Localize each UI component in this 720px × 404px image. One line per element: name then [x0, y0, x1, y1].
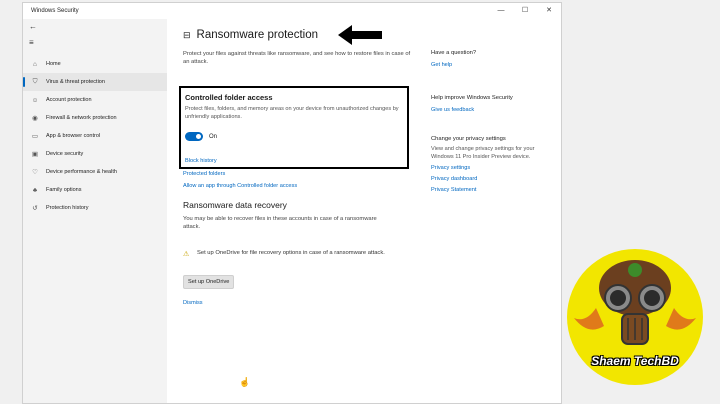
sidebar-item-device-security[interactable]: ▣ Device security — [23, 145, 167, 163]
device-icon: ▣ — [31, 151, 39, 158]
sidebar-item-home[interactable]: ⌂ Home — [23, 55, 167, 73]
sidebar-item-firewall[interactable]: ◉ Firewall & network protection — [23, 109, 167, 127]
close-button[interactable]: ✕ — [537, 3, 561, 19]
sidebar-item-label: Device security — [46, 151, 84, 157]
sidebar-item-performance[interactable]: ♡ Device performance & health — [23, 163, 167, 181]
wifi-icon: ◉ — [32, 115, 38, 122]
sidebar-item-label: Family options — [46, 187, 82, 193]
ransomware-icon: ⊟ — [183, 29, 191, 40]
history-icon: ↺ — [32, 205, 38, 212]
heart-icon: ♡ — [32, 169, 38, 176]
recovery-description: You may be able to recover files in thes… — [183, 216, 377, 230]
sidebar-item-virus-threat[interactable]: ⛉ Virus & threat protection — [23, 73, 167, 91]
sidebar-item-label: Firewall & network protection — [46, 115, 117, 121]
setup-onedrive-button[interactable]: Set up OneDrive — [183, 275, 235, 289]
feedback-link[interactable]: Give us feedback — [431, 105, 551, 116]
main-content: ⊟ Ransomware protection Protect your fil… — [167, 19, 561, 403]
recovery-title: Ransomware data recovery — [183, 200, 287, 210]
warning-icon: ⚠ — [183, 251, 190, 258]
home-icon: ⌂ — [33, 60, 37, 68]
person-icon: ☺ — [31, 96, 39, 104]
sidebar-item-family[interactable]: ♣ Family options — [23, 181, 167, 199]
sidebar-item-label: Protection history — [46, 205, 89, 211]
toggle-label: On — [209, 133, 218, 140]
help-heading: Have a question? — [431, 50, 477, 56]
block-history-link[interactable]: Block history — [185, 158, 217, 164]
sidebar-item-label: Account protection — [46, 97, 92, 103]
privacy-dashboard-link[interactable]: Privacy dashboard — [431, 174, 551, 185]
page-header: ⊟ Ransomware protection — [183, 29, 318, 41]
cfa-toggle-row: On — [185, 132, 403, 141]
windows-security-window: Windows Security — ☐ ✕ ← ≡ ⌂ Home ⛉ Viru… — [22, 2, 562, 404]
privacy-statement-link[interactable]: Privacy Statement — [431, 185, 551, 196]
warning-text: Set up OneDrive for file recovery option… — [197, 250, 385, 256]
shield-icon: ⛉ — [32, 78, 38, 85]
help-section: Have a question? Get help — [431, 50, 551, 71]
window-title: Windows Security — [31, 8, 79, 14]
hand-cursor-icon: ☝ — [239, 377, 251, 387]
privacy-text: View and change privacy settings for you… — [431, 146, 535, 160]
get-help-link[interactable]: Get help — [431, 60, 551, 71]
sidebar-item-account[interactable]: ☺ Account protection — [23, 91, 167, 109]
cfa-toggle-switch[interactable] — [185, 132, 203, 141]
privacy-settings-link[interactable]: Privacy settings — [431, 163, 551, 174]
title-bar: Windows Security — ☐ ✕ — [23, 3, 561, 19]
back-arrow-icon[interactable]: ← — [23, 19, 167, 35]
sidebar-item-protection-history[interactable]: ↺ Protection history — [23, 199, 167, 217]
controlled-folder-access-section: Controlled folder access Protect files, … — [179, 86, 409, 169]
window-controls: — ☐ ✕ — [489, 3, 561, 19]
minimize-button[interactable]: — — [489, 3, 513, 19]
feedback-heading: Help improve Windows Security — [431, 95, 513, 101]
cfa-title: Controlled folder access — [185, 93, 273, 102]
app-window-icon: ▭ — [31, 133, 39, 140]
sidebar: ← ≡ ⌂ Home ⛉ Virus & threat protection ☺… — [23, 19, 167, 403]
allow-app-link[interactable]: Allow an app through Controlled folder a… — [183, 183, 297, 189]
cfa-description: Protect files, folders, and memory areas… — [185, 106, 399, 120]
page-title: Ransomware protection — [196, 29, 318, 41]
protected-folders-link[interactable]: Protected folders — [183, 171, 225, 177]
watermark-text: Shaem TechBD — [591, 354, 679, 368]
feedback-section: Help improve Windows Security Give us fe… — [431, 95, 551, 116]
page-description: Protect your files against threats like … — [183, 51, 411, 65]
sidebar-item-app-browser[interactable]: ▭ App & browser control — [23, 127, 167, 145]
sidebar-item-label: Virus & threat protection — [46, 79, 105, 85]
maximize-button[interactable]: ☐ — [513, 3, 537, 19]
privacy-heading: Change your privacy settings — [431, 136, 506, 142]
family-icon: ♣ — [32, 186, 38, 194]
annotation-arrow-icon — [338, 25, 382, 45]
onedrive-warning: ⚠ Set up OneDrive for file recovery opti… — [183, 249, 413, 258]
sidebar-item-label: Home — [46, 61, 61, 67]
sidebar-item-label: App & browser control — [46, 133, 101, 139]
sidebar-item-label: Device performance & health — [46, 169, 117, 175]
hamburger-menu-icon[interactable]: ≡ — [23, 35, 167, 51]
dismiss-link[interactable]: Dismiss — [183, 300, 203, 306]
privacy-section: Change your privacy settings View and ch… — [431, 136, 551, 196]
